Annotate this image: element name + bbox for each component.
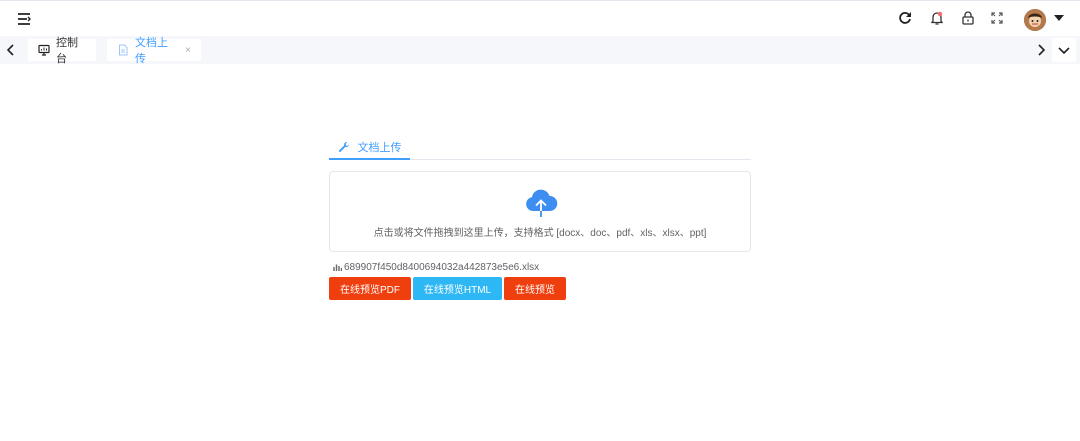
top-header: [0, 0, 1080, 36]
cloud-upload-icon: [524, 187, 558, 219]
tags-view-bar: 控制台 文档上传 ×: [0, 36, 1080, 65]
upload-hint: 点击或将文件拖拽到这里上传，支持格式 [docx、doc、pdf、xls、xls…: [373, 228, 707, 239]
refresh-icon[interactable]: [897, 10, 913, 26]
file-name: 689907f450d8400694032a442873e5e6.xlsx: [344, 262, 540, 273]
tab-label: 文档上传: [135, 37, 168, 65]
monitor-icon: [38, 44, 50, 56]
notification-bell-icon[interactable]: [929, 10, 945, 26]
wrench-icon: [338, 141, 349, 152]
tabs-dropdown-button[interactable]: [1052, 38, 1076, 62]
preview-html-button[interactable]: 在线预览HTML: [413, 277, 502, 300]
menu-icon[interactable]: [16, 11, 32, 27]
chart-icon: [333, 264, 342, 271]
caret-down-icon[interactable]: [1054, 15, 1064, 21]
document-icon: [117, 44, 129, 56]
preview-button[interactable]: 在线预览: [504, 277, 566, 300]
preview-pdf-button[interactable]: 在线预览PDF: [329, 277, 411, 300]
uploaded-file-item[interactable]: 689907f450d8400694032a442873e5e6.xlsx: [333, 262, 539, 273]
chevron-down-icon: [1058, 47, 1070, 55]
tabs-scroll-right-icon[interactable]: [1033, 42, 1049, 58]
fullscreen-icon[interactable]: [989, 10, 1005, 26]
tab-document-upload[interactable]: 文档上传 ×: [107, 37, 201, 65]
avatar[interactable]: [1024, 9, 1046, 31]
panel-tab-bar: 文档上传: [329, 135, 751, 160]
upload-dropzone[interactable]: 点击或将文件拖拽到这里上传，支持格式 [docx、doc、pdf、xls、xls…: [329, 171, 751, 252]
lock-icon[interactable]: [960, 10, 976, 26]
close-icon[interactable]: ×: [185, 45, 191, 56]
tabs-scroll-left-icon[interactable]: [3, 42, 19, 58]
tab-dashboard[interactable]: 控制台: [28, 37, 96, 65]
tab-document-upload-panel[interactable]: 文档上传: [329, 135, 410, 160]
panel-tab-label: 文档上传: [357, 141, 402, 154]
tab-label: 控制台: [56, 37, 78, 65]
